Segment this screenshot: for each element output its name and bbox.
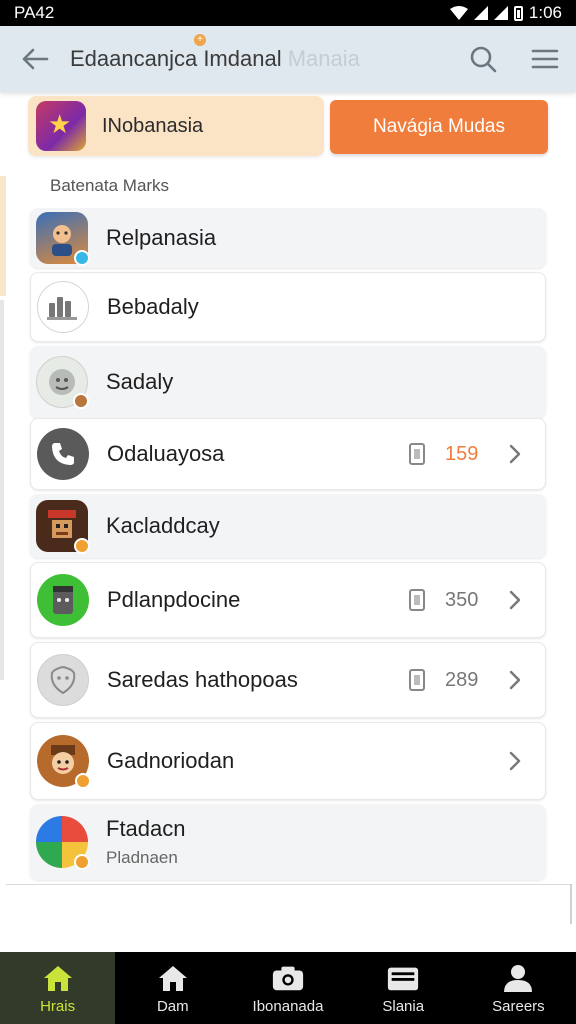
item-count: 350 xyxy=(445,588,479,611)
colorful-ball-icon xyxy=(36,816,90,870)
featured-card[interactable]: INobanasia xyxy=(28,96,324,156)
hamburger-menu-icon xyxy=(531,49,559,69)
list-item[interactable]: Odaluayosa 159 xyxy=(30,418,546,490)
list-item-label: Pdlanpdocine xyxy=(107,587,241,612)
nav-item-ibonanada[interactable]: Ibonanada xyxy=(230,952,345,1024)
item-count: 289 xyxy=(445,668,479,691)
section-title: Batenata Marks xyxy=(50,176,170,195)
battery-icon xyxy=(513,5,523,21)
back-button[interactable] xyxy=(0,26,70,92)
shield-face-icon xyxy=(37,654,89,706)
menu-button[interactable] xyxy=(514,26,576,92)
status-left-text: PA42 xyxy=(14,3,55,22)
list-item-label: Ftadacn xyxy=(106,816,186,841)
list-item-label: Gadnoriodan xyxy=(107,748,235,773)
left-edge-rule xyxy=(0,300,4,680)
camera-icon xyxy=(271,962,305,994)
featured-game-icon xyxy=(36,101,86,151)
status-bar: PA42 1:06 xyxy=(0,0,576,26)
storage-icon xyxy=(409,669,425,691)
phone-icon xyxy=(37,428,89,480)
list-item[interactable]: Kacladdcay xyxy=(30,494,546,558)
chevron-right-icon xyxy=(503,668,527,692)
bottom-navigation: Hrais Dam Ibonanada Slania Sareers xyxy=(0,952,576,1024)
chevron-right-icon xyxy=(503,588,527,612)
list-item[interactable]: Pdlanpdocine 350 xyxy=(30,562,546,638)
list-item[interactable]: Ftadacn Pladnaen xyxy=(30,804,546,880)
list-item-label: Sadaly xyxy=(106,369,174,394)
wifi-icon xyxy=(449,6,468,20)
list-item-label: Bebadaly xyxy=(107,294,199,319)
nav-item-dam[interactable]: Dam xyxy=(115,952,230,1024)
list-item-label: Saredas hathopoas xyxy=(107,667,298,692)
bars-icon xyxy=(37,281,89,333)
nav-item-slania[interactable]: Slania xyxy=(346,952,461,1024)
nav-item-label: Ibonanada xyxy=(252,997,324,1015)
pixel-game-icon xyxy=(36,500,90,554)
search-button[interactable] xyxy=(452,26,514,92)
notification-dot-icon: + xyxy=(194,34,206,46)
arrow-left-icon xyxy=(22,48,49,70)
nav-item-label: Slania xyxy=(382,997,425,1015)
scroll-edge xyxy=(570,884,572,924)
page-title: Edaancanjca Imdanal Manaia + xyxy=(70,34,452,72)
list-item[interactable]: Relpanasia xyxy=(30,208,546,268)
nav-item-label: Dam xyxy=(156,997,189,1015)
list-item-label: Odaluayosa xyxy=(107,441,225,466)
status-icons: 1:06 xyxy=(449,3,562,23)
page-title-faded: Manaia xyxy=(281,46,360,71)
featured-section: INobanasia Navágia Mudas xyxy=(28,96,548,156)
status-time: 1:06 xyxy=(528,3,562,22)
nav-item-home[interactable]: Hrais xyxy=(0,952,116,1024)
list-item[interactable]: Bebadaly xyxy=(30,272,546,342)
left-edge-accent xyxy=(0,176,6,296)
house-icon xyxy=(156,962,190,994)
list-item[interactable]: Sadaly xyxy=(30,346,546,418)
signal-icon xyxy=(473,6,488,20)
divider xyxy=(6,884,570,885)
chevron-right-icon xyxy=(503,442,527,466)
home-icon xyxy=(41,962,75,994)
featured-action-button[interactable]: Navágia Mudas xyxy=(330,100,548,154)
nav-item-label: Hrais xyxy=(40,997,76,1015)
list-item[interactable]: Gadnoriodan xyxy=(30,722,546,800)
page-title-main: Edaancanjca Imdanal xyxy=(70,46,282,71)
featured-label: INobanasia xyxy=(102,114,204,137)
app-bar: Edaancanjca Imdanal Manaia + xyxy=(0,26,576,92)
signal-icon-2 xyxy=(493,6,508,20)
person-icon xyxy=(501,962,535,994)
storage-icon xyxy=(409,443,425,465)
green-robot-icon xyxy=(37,574,89,626)
search-icon xyxy=(470,46,497,73)
folder-icon xyxy=(386,962,420,994)
list-item-sublabel: Pladnaen xyxy=(106,848,178,867)
face-emoji-icon xyxy=(36,356,89,409)
character-face-icon xyxy=(37,735,91,789)
game-avatar-icon xyxy=(36,212,90,266)
item-count: 159 xyxy=(445,442,479,465)
nav-item-sareers[interactable]: Sareers xyxy=(461,952,576,1024)
list-item-label: Relpanasia xyxy=(106,225,217,250)
list-item-label: Kacladdcay xyxy=(106,513,220,538)
nav-item-label: Sareers xyxy=(492,997,545,1015)
chevron-right-icon xyxy=(503,749,527,773)
storage-icon xyxy=(409,589,425,611)
list-item[interactable]: Saredas hathopoas 289 xyxy=(30,642,546,718)
